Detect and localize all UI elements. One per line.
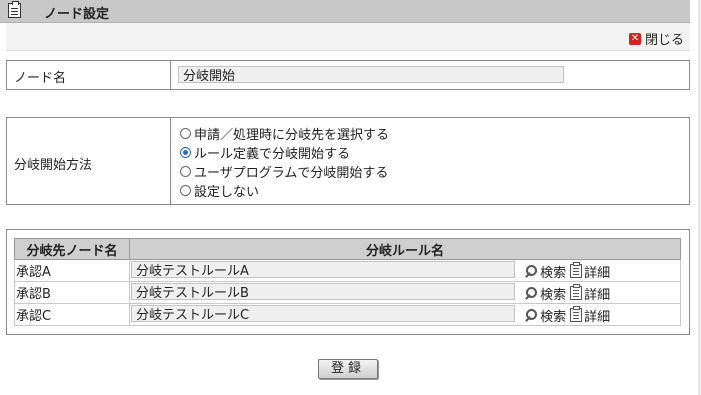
node-name-cell: 承認C: [14, 303, 130, 326]
clipboard-icon: [8, 1, 21, 18]
radio-label: ルール定義で分岐開始する: [194, 147, 351, 162]
column-header-rule: 分岐ルール名: [129, 238, 681, 260]
radio-option-none[interactable]: 設定しない: [180, 181, 389, 200]
branch-method-label-cell: 分岐開始方法: [7, 118, 171, 204]
search-label: 検索: [540, 309, 567, 325]
branch-rules-section: 分岐先ノード名 分岐ルール名 承認A 検索 詳細: [6, 229, 690, 335]
title-bar: ノード設定: [0, 0, 690, 23]
detail-label: 詳細: [584, 309, 611, 325]
node-name-label-cell: ノード名: [7, 61, 171, 89]
column-header-node: 分岐先ノード名: [14, 238, 130, 260]
branch-method-label: 分岐開始方法: [14, 158, 93, 173]
table-row: 承認B 検索 詳細: [14, 281, 681, 304]
radio-option-rule-definition[interactable]: ルール定義で分岐開始する: [180, 143, 389, 162]
close-bar: ✕ 閉じる: [6, 23, 690, 51]
node-name-input[interactable]: [178, 66, 564, 83]
radio-button[interactable]: [180, 147, 191, 158]
rule-cell: 検索 詳細: [129, 303, 681, 326]
detail-button[interactable]: 詳細: [570, 284, 610, 303]
node-name-cell: 承認A: [14, 259, 130, 282]
detail-button[interactable]: 詳細: [570, 262, 610, 281]
radio-label: 申請／処理時に分岐先を選択する: [194, 128, 390, 143]
radio-button[interactable]: [180, 166, 191, 177]
search-icon: [523, 264, 538, 279]
detail-label: 詳細: [584, 287, 611, 303]
search-button[interactable]: 検索: [523, 262, 566, 281]
page-title: ノード設定: [44, 7, 110, 22]
search-button[interactable]: 検索: [523, 284, 566, 303]
table-row: 承認C 検索 詳細: [14, 303, 681, 326]
register-button[interactable]: 登録: [318, 359, 378, 379]
search-icon: [523, 308, 538, 323]
search-label: 検索: [540, 265, 567, 281]
rule-cell: 検索 詳細: [129, 259, 681, 282]
radio-label: ユーザプログラムで分岐開始する: [194, 166, 389, 181]
clipboard-icon: [570, 284, 583, 300]
radio-button[interactable]: [180, 185, 191, 196]
clipboard-icon: [570, 306, 583, 322]
detail-label: 詳細: [584, 265, 611, 281]
search-icon: [523, 286, 538, 301]
node-name-cell: 承認B: [14, 281, 130, 304]
table-header-row: 分岐先ノード名 分岐ルール名: [14, 238, 681, 260]
close-button[interactable]: ✕ 閉じる: [628, 29, 684, 48]
detail-button[interactable]: 詳細: [570, 306, 610, 325]
rule-name-input[interactable]: [131, 304, 515, 322]
radio-button[interactable]: [180, 128, 191, 139]
close-icon: ✕: [628, 32, 641, 45]
branch-method-radio-group: 申請／処理時に分岐先を選択する ルール定義で分岐開始する ユーザプログラムで分岐…: [180, 124, 389, 200]
close-label: 閉じる: [644, 33, 684, 48]
rule-name-input[interactable]: [131, 260, 515, 278]
branch-rules-table: 分岐先ノード名 分岐ルール名 承認A 検索 詳細: [14, 238, 681, 326]
radio-option-user-program[interactable]: ユーザプログラムで分岐開始する: [180, 162, 389, 181]
rule-name-input[interactable]: [131, 282, 515, 300]
rule-cell: 検索 詳細: [129, 281, 681, 304]
clipboard-icon: [570, 262, 583, 278]
table-row: 承認A 検索 詳細: [14, 259, 681, 282]
radio-label: 設定しない: [194, 185, 260, 200]
radio-option-select-on-apply[interactable]: 申請／処理時に分岐先を選択する: [180, 124, 389, 143]
search-button[interactable]: 検索: [523, 306, 566, 325]
search-label: 検索: [540, 287, 567, 303]
node-name-section: ノード名: [6, 60, 690, 90]
branch-method-section: 分岐開始方法 申請／処理時に分岐先を選択する ルール定義で分岐開始する ユーザプ…: [6, 117, 690, 205]
node-name-label: ノード名: [14, 71, 67, 86]
